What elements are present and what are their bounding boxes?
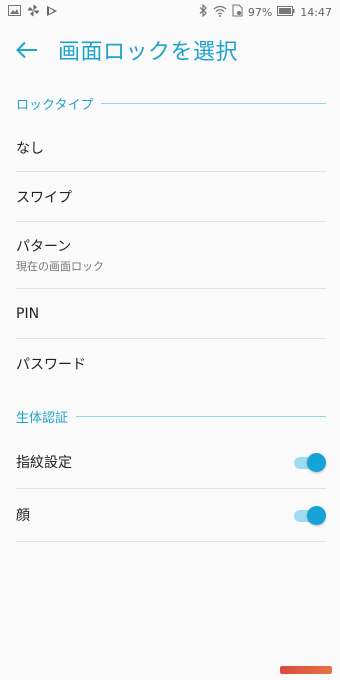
lock-option-password[interactable]: パスワード — [16, 339, 326, 389]
option-label: パスワード — [16, 357, 86, 373]
face-toggle[interactable] — [294, 505, 326, 525]
option-label: 顔 — [16, 508, 30, 524]
toggle-knob — [307, 506, 326, 525]
biometric-fingerprint[interactable]: 指紋設定 — [16, 436, 326, 489]
battery-icon — [277, 5, 295, 19]
fingerprint-toggle[interactable] — [294, 452, 326, 472]
back-button[interactable] — [14, 37, 40, 63]
section-title: ロックタイプ — [16, 97, 94, 113]
option-label: 指紋設定 — [16, 455, 72, 471]
lock-option-pattern[interactable]: パターン 現在の画面ロック — [16, 222, 326, 289]
lock-option-none[interactable]: なし — [16, 124, 326, 172]
clock: 14:47 — [300, 5, 332, 19]
pinwheel-icon — [27, 4, 40, 20]
section-title: 生体認証 — [16, 410, 69, 426]
battery-percent: 97% — [247, 5, 273, 19]
page-title: 画面ロックを選択 — [58, 40, 239, 65]
arrow-left-icon — [16, 41, 37, 59]
status-bar-left — [8, 4, 58, 20]
option-subtitle: 現在の画面ロック — [16, 260, 104, 273]
section-header-lock-type: ロックタイプ — [16, 94, 326, 113]
option-label: PIN — [16, 305, 40, 322]
image-icon — [8, 5, 21, 19]
bluetooth-icon — [199, 3, 208, 20]
app-icon — [46, 5, 58, 20]
option-label: スワイプ — [16, 189, 72, 206]
section-divider — [76, 415, 326, 417]
app-header: 画面ロックを選択 — [0, 24, 340, 76]
watermark-logo — [280, 666, 332, 674]
toggle-knob — [307, 453, 326, 472]
status-bar-right: 97% 14:47 — [199, 3, 332, 20]
section-header-biometrics: 生体認証 — [16, 407, 326, 426]
sd-card-icon — [232, 4, 243, 20]
lock-option-swipe[interactable]: スワイプ — [16, 172, 326, 222]
status-bar: 97% 14:47 — [0, 0, 340, 24]
lock-option-pin[interactable]: PIN — [16, 289, 326, 339]
wifi-icon — [213, 5, 227, 20]
option-label: なし — [16, 140, 44, 157]
biometric-face[interactable]: 顔 — [16, 489, 326, 542]
option-label: パターン — [16, 239, 72, 255]
section-divider — [101, 102, 326, 104]
